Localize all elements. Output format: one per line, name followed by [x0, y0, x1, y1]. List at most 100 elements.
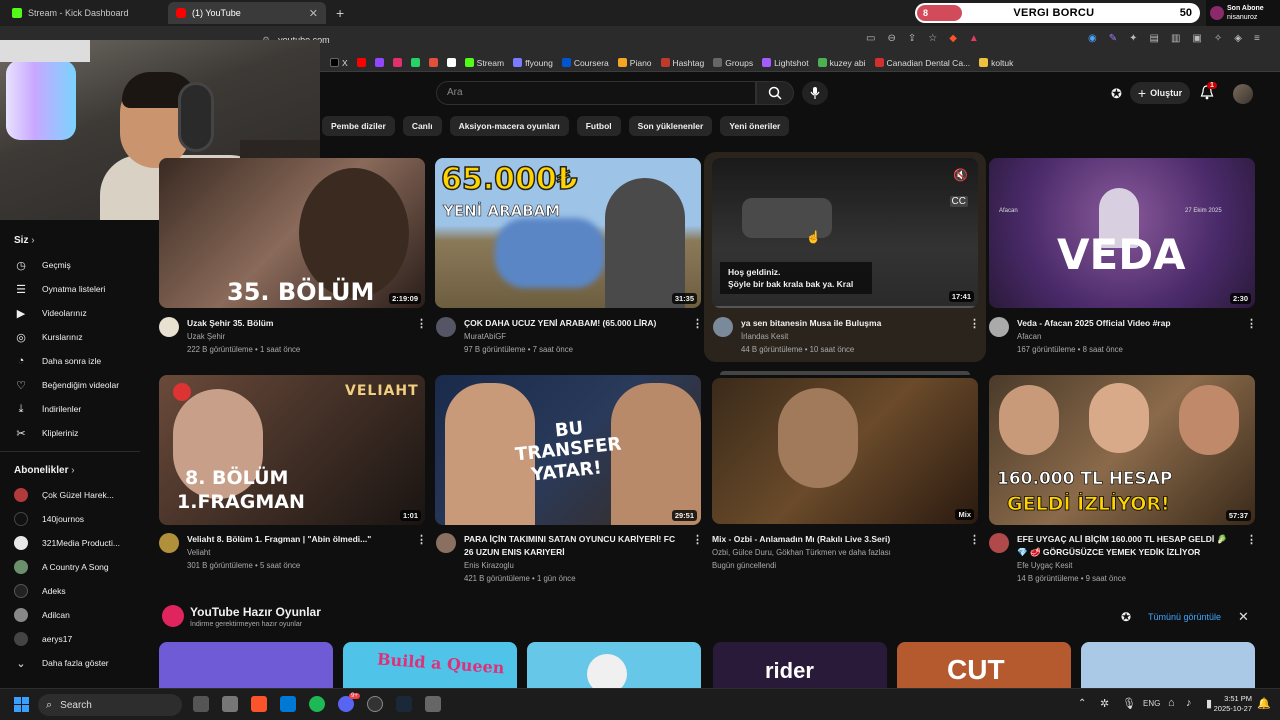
brave-rewards-icon[interactable]: ▲ [969, 33, 979, 44]
video-title[interactable]: ÇOK DAHA UCUZ YENİ ARABAM! (65.000 LİRA) [464, 318, 684, 328]
search-button[interactable] [756, 81, 794, 105]
notifications-button[interactable]: 1 [1200, 82, 1217, 103]
more-options-icon[interactable]: ⋮ [1246, 317, 1257, 330]
section-title[interactable]: YouTube Hazır Oyunlar [190, 605, 321, 619]
game-card[interactable]: Build a Queen [343, 642, 517, 692]
sidebar-show-more[interactable]: ⌄ Daha fazla göster [14, 656, 108, 670]
bookmark-coursera[interactable]: Coursera [561, 58, 609, 68]
close-icon[interactable]: ✕ [1238, 609, 1249, 625]
channel-avatar[interactable] [989, 533, 1009, 553]
sidebar-sub[interactable]: 140journos [14, 512, 84, 526]
sidebar-item-downloads[interactable]: ⤓ İndirilenler [14, 402, 82, 416]
channel-name[interactable]: MuratAbiGF [464, 332, 506, 341]
sidebar-item-courses[interactable]: ◎ Kurslarınız [14, 330, 82, 344]
channel-avatar[interactable] [436, 317, 456, 337]
bookmark-groups[interactable]: Groups [713, 58, 753, 68]
microphone-icon[interactable]: 🎙 [1122, 697, 1136, 710]
channel-avatar[interactable] [713, 317, 733, 337]
bookmark-kuzey[interactable]: kuzey abi [817, 58, 866, 68]
video-title[interactable]: PARA İÇİN TAKIMINI SATAN OYUNCU KARİYERİ… [464, 534, 684, 544]
bookmark-x[interactable]: X [330, 58, 348, 68]
puzzle-icon[interactable]: ✦ [1129, 33, 1137, 44]
bookmark-youtube[interactable] [356, 58, 366, 67]
bookmark-amazon[interactable] [446, 58, 456, 67]
sidebar-sub[interactable]: Adeks [14, 584, 66, 598]
sidebar-you-header[interactable]: Siz › [14, 235, 35, 246]
sidebar-sub[interactable]: Adilcan [14, 608, 70, 622]
channel-name[interactable]: İrlandas Kesit [741, 332, 788, 341]
bookmark-ffyoung[interactable]: ffyoung [513, 58, 553, 68]
more-options-icon[interactable]: ⋮ [969, 533, 980, 546]
game-card[interactable]: CUT [897, 642, 1071, 692]
wallet2-icon[interactable]: ▣ [1192, 33, 1201, 44]
bookmark-piano[interactable]: Piano [617, 58, 652, 68]
chip[interactable]: Aksiyon-macera oyunları [449, 116, 569, 136]
video-title-line2[interactable]: 💎 🥩 GÖRGÜSÜZCE YEMEK YEDİK İZLİYOR [1017, 547, 1237, 558]
bookmark-instagram[interactable] [392, 58, 402, 67]
search-input[interactable]: Ara [436, 81, 756, 105]
chip[interactable]: Yeni öneriler [720, 116, 790, 136]
sidebar-icon[interactable]: ▤ [1150, 33, 1159, 44]
close-icon[interactable]: ✕ [309, 7, 318, 20]
sidebar-item-playlists[interactable]: ☰ Oynatma listeleri [14, 282, 105, 296]
taskbar-search[interactable]: ⌕ Search [38, 694, 182, 716]
settings-tray-icon[interactable]: ✲ [1100, 697, 1109, 710]
sidebar-sub[interactable]: Çok Güzel Harek... [14, 488, 114, 502]
bookmark-lightshot[interactable]: Lightshot [762, 58, 809, 68]
video-title[interactable]: ya sen bitanesin Musa ile Buluşma [741, 318, 961, 328]
avatar[interactable] [1233, 84, 1253, 104]
chevron-up-icon[interactable]: ⌃ [1078, 698, 1086, 709]
voice-search-button[interactable] [802, 81, 828, 105]
video-preview[interactable]: 🔇 CC Hoş geldiniz. Şöyle bir bak krala b… [712, 158, 978, 308]
more-options-icon[interactable]: ⋮ [1246, 533, 1257, 546]
language-indicator[interactable]: ENG [1143, 699, 1160, 708]
chip[interactable]: Futbol [576, 116, 621, 136]
video-thumbnail[interactable]: BU TRANSFER YATAR! 29:51 [435, 375, 701, 525]
photos-icon[interactable] [280, 696, 296, 712]
windows-start-icon[interactable] [14, 697, 30, 713]
obs-icon[interactable] [367, 696, 383, 712]
share-icon[interactable]: ⇪ [908, 33, 916, 44]
menu-icon[interactable]: ≡ [1254, 33, 1260, 44]
cast-icon[interactable]: ▭ [866, 33, 875, 44]
channel-name[interactable]: Ozbi, Gülce Duru, Gökhan Türkmen ve daha… [712, 548, 891, 557]
see-all-link[interactable]: Tümünü görüntüle [1148, 612, 1221, 622]
clock[interactable]: 3:51 PM 2025-10-27 [1208, 694, 1252, 714]
more-options-icon[interactable]: ⋮ [416, 533, 427, 546]
sidebar-item-history[interactable]: ◷ Geçmiş [14, 258, 71, 272]
task-view-icon[interactable] [193, 696, 209, 712]
split-view-icon[interactable]: ▥ [1171, 33, 1180, 44]
channel-name[interactable]: Afacan [1017, 332, 1041, 341]
sidebar-item-liked[interactable]: ♡ Beğendiğim videolar [14, 378, 119, 392]
channel-avatar[interactable] [989, 317, 1009, 337]
bookmark-koltuk[interactable]: koltuk [979, 58, 1013, 68]
new-tab-button[interactable]: + [336, 5, 344, 21]
channel-name[interactable]: Veliaht [187, 548, 210, 557]
more-options-icon[interactable]: ⋮ [969, 317, 980, 330]
chip[interactable]: Pembe diziler [322, 116, 395, 136]
url-field[interactable]: ⚙ youtube.com [262, 31, 862, 49]
video-thumbnail[interactable]: 160.000 TL HESAP GELDİ İZLİYOR! 57:37 [989, 375, 1255, 525]
more-options-icon[interactable]: ⋮ [692, 317, 703, 330]
video-thumbnail[interactable]: 65.000₺ YENİ ARABAM 31:35 [435, 158, 701, 308]
game-card[interactable] [159, 642, 333, 692]
video-title[interactable]: Uzak Şehir 35. Bölüm [187, 318, 407, 328]
bookmark-whatsapp[interactable] [410, 58, 420, 67]
chip[interactable]: Canlı [402, 116, 442, 136]
extension-icon[interactable]: ✎ [1109, 33, 1117, 44]
video-thumbnail[interactable]: Mix [712, 378, 978, 524]
more-options-icon[interactable]: ⋮ [416, 317, 427, 330]
network-icon[interactable]: ⌂ [1168, 697, 1175, 709]
video-title-line2[interactable]: 26 UZUN ENIS KARIYERİ [464, 547, 684, 557]
channel-avatar[interactable] [159, 317, 179, 337]
bookmark-stream[interactable]: Stream [464, 58, 504, 68]
bookmark-star-icon[interactable]: ☆ [928, 33, 937, 44]
mute-icon[interactable]: 🔇 [953, 168, 968, 182]
bookmark-canadian-dental[interactable]: Canadian Dental Ca... [874, 58, 970, 68]
notification-center-icon[interactable]: 🔔 [1257, 697, 1271, 710]
bookmark-hashtag[interactable]: Hashtag [660, 58, 704, 68]
steam-icon[interactable] [396, 696, 412, 712]
wallet-icon[interactable]: ◉ [1088, 33, 1097, 44]
file-explorer-icon[interactable] [222, 696, 238, 712]
video-title[interactable]: Veda - Afacan 2025 Official Video #rap [1017, 318, 1237, 328]
